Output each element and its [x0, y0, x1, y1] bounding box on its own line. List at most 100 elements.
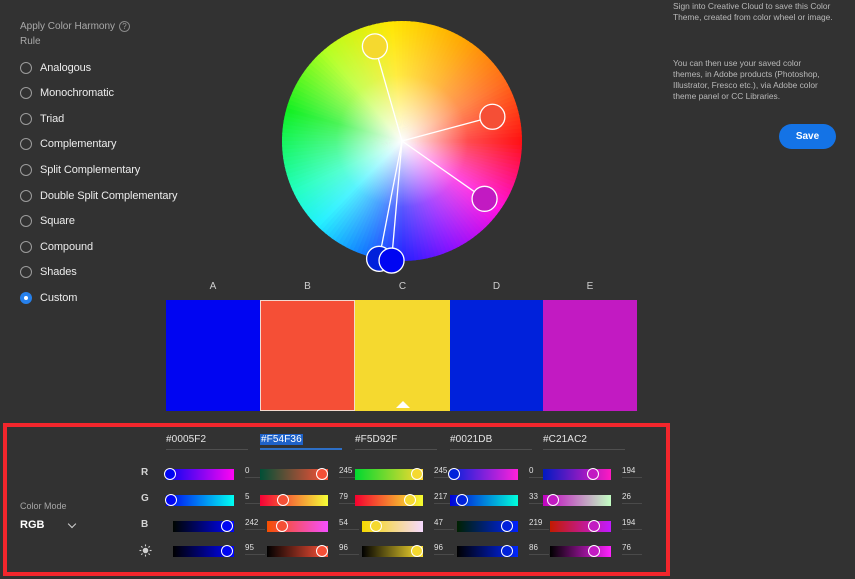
radio-unchecked-icon[interactable] [20, 87, 32, 99]
wheel-handle-a[interactable] [378, 247, 405, 274]
hue-segment [402, 141, 522, 154]
question-circle-icon[interactable]: ? [119, 21, 130, 32]
value-brightness-e[interactable]: 76 [622, 543, 642, 555]
slider-b-c[interactable] [362, 520, 423, 532]
swatch-b[interactable] [260, 300, 355, 411]
harmony-rule-double-split-complementary[interactable]: Double Split Complementary [20, 188, 178, 204]
hex-input-b[interactable]: #F54F36 [260, 432, 342, 450]
hex-input-a[interactable]: #0005F2 [166, 432, 248, 450]
hue-segment [402, 141, 520, 171]
slider-knob[interactable] [165, 494, 178, 506]
slider-brightness-b[interactable] [267, 545, 328, 557]
slider-knob[interactable] [315, 545, 328, 557]
hue-segment [402, 141, 474, 241]
slider-g-c[interactable] [355, 494, 423, 506]
radio-unchecked-icon[interactable] [20, 215, 32, 227]
slider-b-e[interactable] [550, 520, 611, 532]
save-button[interactable]: Save [779, 124, 836, 149]
slider-g-e[interactable] [543, 494, 611, 506]
hue-segment [402, 141, 425, 260]
hex-input-d[interactable]: #0021DB [450, 432, 532, 450]
hue-segment [402, 141, 460, 249]
value-b-c[interactable]: 47 [434, 518, 454, 530]
value-brightness-d[interactable]: 86 [529, 543, 549, 555]
slider-knob[interactable] [500, 520, 513, 532]
slider-knob[interactable] [588, 520, 601, 532]
harmony-rule-label: Shades [40, 266, 77, 278]
slider-knob[interactable] [410, 468, 423, 480]
value-r-e[interactable]: 194 [622, 466, 642, 478]
slider-knob[interactable] [276, 520, 289, 532]
slider-r-a[interactable] [164, 468, 234, 480]
wheel-handle-c[interactable] [361, 33, 389, 60]
slider-knob[interactable] [276, 494, 289, 506]
harmony-rule-monochromatic[interactable]: Monochromatic [20, 85, 114, 101]
slider-brightness-e[interactable] [550, 545, 611, 557]
slider-knob[interactable] [369, 520, 382, 532]
radio-unchecked-icon[interactable] [20, 241, 32, 253]
radio-unchecked-icon[interactable] [20, 266, 32, 278]
radio-unchecked-icon[interactable] [20, 62, 32, 74]
color-mode-dropdown[interactable]: RGB [20, 517, 78, 533]
swatch-c[interactable] [355, 300, 450, 411]
harmony-rule-complementary[interactable]: Complementary [20, 136, 116, 152]
slider-knob[interactable] [547, 494, 560, 506]
value-brightness-c[interactable]: 96 [434, 543, 454, 555]
hue-segment [402, 141, 487, 231]
slider-r-d[interactable] [448, 468, 518, 480]
hue-ring[interactable] [282, 21, 522, 261]
hue-segment [402, 141, 464, 247]
value-b-b[interactable]: 54 [339, 518, 359, 530]
swatch-a[interactable] [166, 300, 260, 411]
value-b-e[interactable]: 194 [622, 518, 642, 530]
wheel-handle-e[interactable] [471, 185, 498, 212]
slider-knob[interactable] [448, 468, 460, 480]
radio-unchecked-icon[interactable] [20, 138, 32, 150]
hex-input-e[interactable]: #C21AC2 [543, 432, 625, 450]
slider-knob[interactable] [588, 545, 601, 557]
hue-segment [402, 141, 412, 261]
radio-unchecked-icon[interactable] [20, 164, 32, 176]
harmony-rule-triad[interactable]: Triad [20, 111, 64, 127]
slider-knob[interactable] [500, 545, 513, 557]
slider-r-c[interactable] [355, 468, 423, 480]
value-b-a[interactable]: 242 [245, 518, 265, 530]
slider-knob[interactable] [410, 545, 423, 557]
slider-b-b[interactable] [267, 520, 328, 532]
wheel-handle-b[interactable] [479, 103, 506, 130]
slider-knob[interactable] [221, 545, 234, 557]
radio-unchecked-icon[interactable] [20, 190, 32, 202]
slider-knob[interactable] [164, 468, 176, 480]
value-brightness-b[interactable]: 96 [339, 543, 359, 555]
value-g-e[interactable]: 26 [622, 492, 642, 504]
slider-knob[interactable] [221, 520, 234, 532]
slider-b-d[interactable] [457, 520, 518, 532]
slider-brightness-c[interactable] [362, 545, 423, 557]
swatch-e[interactable] [543, 300, 637, 411]
radio-unchecked-icon[interactable] [20, 113, 32, 125]
harmony-rule-custom[interactable]: Custom [20, 290, 77, 306]
slider-knob[interactable] [586, 468, 599, 480]
slider-r-e[interactable] [543, 468, 611, 480]
harmony-rule-shades[interactable]: Shades [20, 264, 77, 280]
slider-b-a[interactable] [173, 520, 234, 532]
radio-checked-icon[interactable] [20, 292, 32, 304]
swatch-d[interactable] [450, 300, 543, 411]
slider-g-b[interactable] [260, 494, 328, 506]
harmony-rule-analogous[interactable]: Analogous [20, 60, 91, 76]
slider-knob[interactable] [315, 468, 328, 480]
hex-input-c[interactable]: #F5D92F [355, 432, 437, 450]
harmony-rule-split-complementary[interactable]: Split Complementary [20, 162, 140, 178]
slider-r-b[interactable] [260, 468, 328, 480]
slider-g-d[interactable] [450, 494, 518, 506]
slider-brightness-a[interactable] [173, 545, 234, 557]
harmony-rule-square[interactable]: Square [20, 213, 75, 229]
slider-g-a[interactable] [165, 494, 234, 506]
hue-segment [384, 21, 402, 142]
slider-knob[interactable] [455, 494, 468, 506]
value-brightness-a[interactable]: 95 [245, 543, 265, 555]
value-b-d[interactable]: 219 [529, 518, 549, 530]
slider-brightness-d[interactable] [457, 545, 518, 557]
harmony-rule-compound[interactable]: Compound [20, 239, 93, 255]
slider-knob[interactable] [404, 494, 417, 506]
